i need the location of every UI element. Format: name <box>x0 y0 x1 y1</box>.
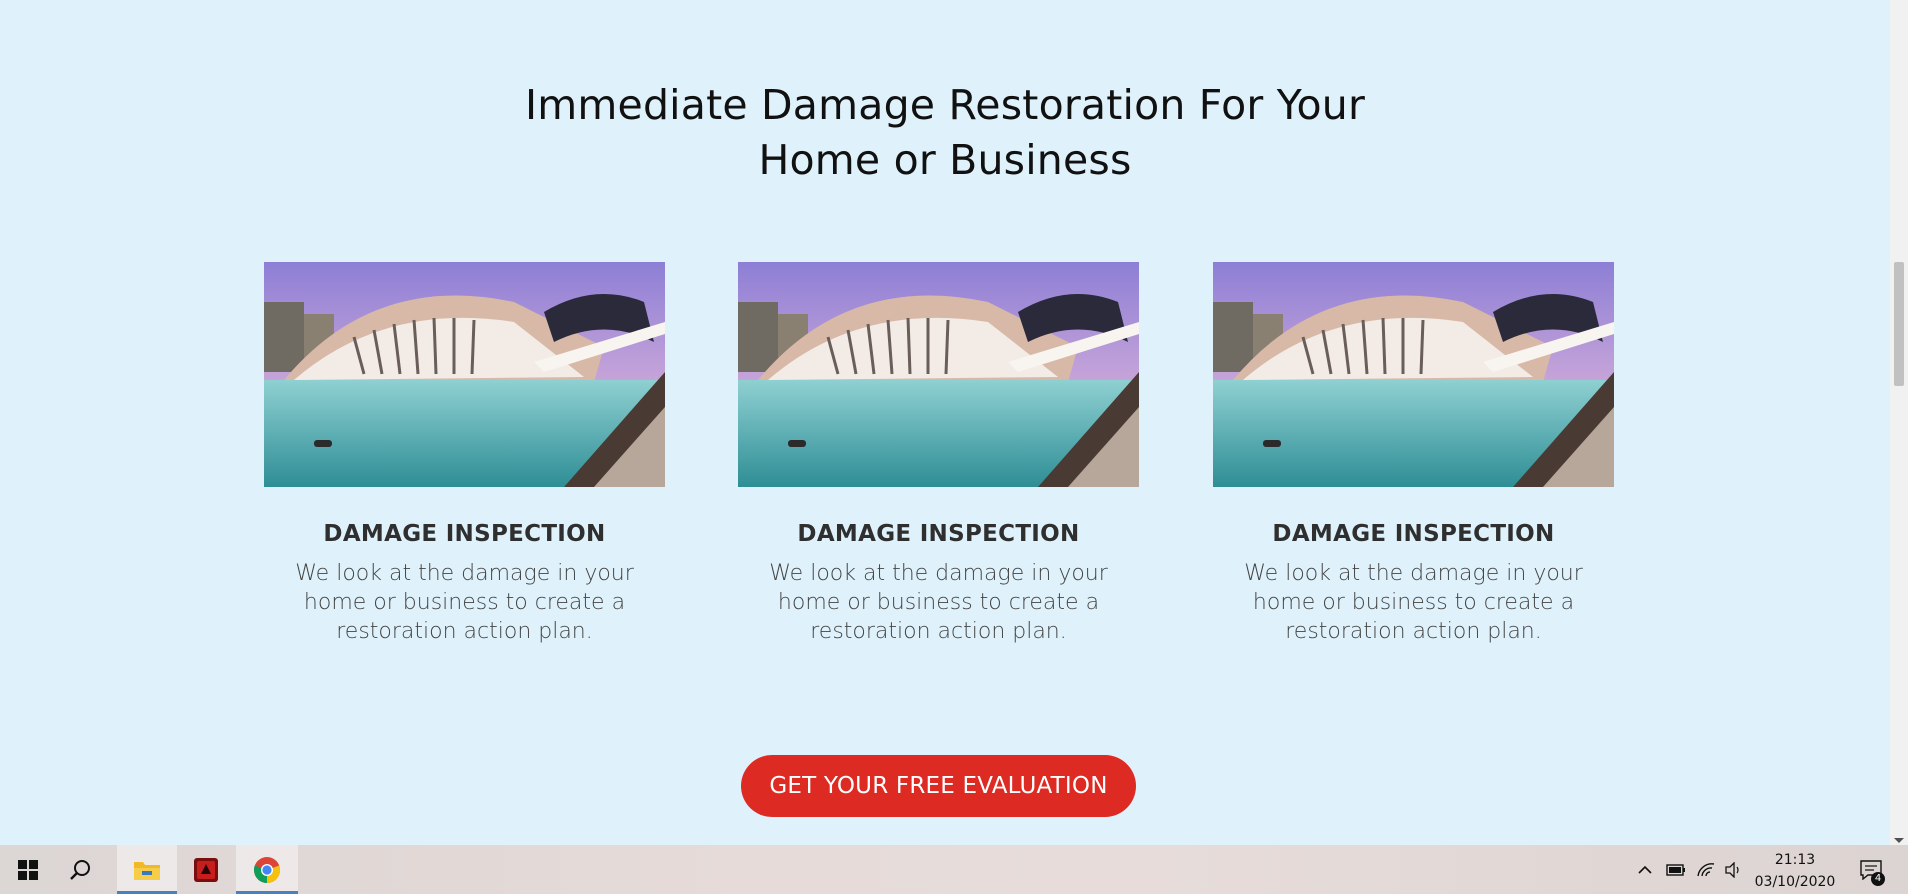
service-card: DAMAGE INSPECTION We look at the damage … <box>738 262 1139 646</box>
clock-date: 03/10/2020 <box>1754 874 1836 890</box>
windows-start-icon <box>18 859 38 880</box>
chrome-icon <box>253 856 281 883</box>
card-description: We look at the damage in your home or bu… <box>769 561 1108 644</box>
notification-count-badge: 4 <box>1871 872 1885 886</box>
headline-line-1: Immediate Damage Restoration For Your <box>524 81 1366 129</box>
vertical-scrollbar[interactable] <box>1890 0 1908 845</box>
scroll-down-arrow-icon[interactable] <box>1894 838 1904 843</box>
web-page: Immediate Damage Restoration For Your Ho… <box>0 0 1890 845</box>
network-status[interactable] <box>1694 845 1718 894</box>
taskbar-file-explorer[interactable] <box>117 845 177 894</box>
card-image <box>738 262 1139 487</box>
page-headline: Immediate Damage Restoration For Your Ho… <box>495 78 1395 188</box>
red-app-icon <box>194 857 218 882</box>
card-title: DAMAGE INSPECTION <box>797 521 1080 547</box>
action-center-button[interactable] <box>1856 845 1886 894</box>
search-icon <box>70 859 90 880</box>
card-description: We look at the damage in your home or bu… <box>295 561 634 644</box>
battery-icon <box>1666 863 1685 876</box>
taskbar-red-app[interactable] <box>178 845 234 894</box>
service-card: DAMAGE INSPECTION We look at the damage … <box>1213 262 1614 646</box>
battery-status[interactable] <box>1664 845 1688 894</box>
headline-line-2: Home or Business <box>758 136 1132 184</box>
service-card: DAMAGE INSPECTION We look at the damage … <box>264 262 665 646</box>
search-button[interactable] <box>52 845 108 894</box>
free-evaluation-button[interactable]: GET YOUR FREE EVALUATION <box>741 755 1136 817</box>
chevron-up-icon <box>1638 865 1652 874</box>
card-title: DAMAGE INSPECTION <box>1272 521 1555 547</box>
card-description: We look at the damage in your home or bu… <box>1244 561 1583 644</box>
clock-time: 21:13 <box>1774 852 1816 868</box>
file-explorer-icon <box>134 861 160 880</box>
card-title: DAMAGE INSPECTION <box>323 521 606 547</box>
start-button[interactable] <box>0 845 56 894</box>
card-image <box>1213 262 1614 487</box>
card-image <box>264 262 665 487</box>
scrollbar-thumb[interactable] <box>1894 262 1904 386</box>
show-hidden-icons-button[interactable] <box>1634 845 1656 894</box>
taskbar-chrome[interactable] <box>236 845 298 894</box>
volume-control[interactable] <box>1722 845 1746 894</box>
speaker-icon <box>1725 861 1739 878</box>
wifi-icon <box>1697 862 1715 876</box>
windows-taskbar: 21:13 03/10/2020 4 <box>0 845 1908 894</box>
taskbar-clock[interactable]: 21:13 03/10/2020 <box>1752 849 1838 893</box>
